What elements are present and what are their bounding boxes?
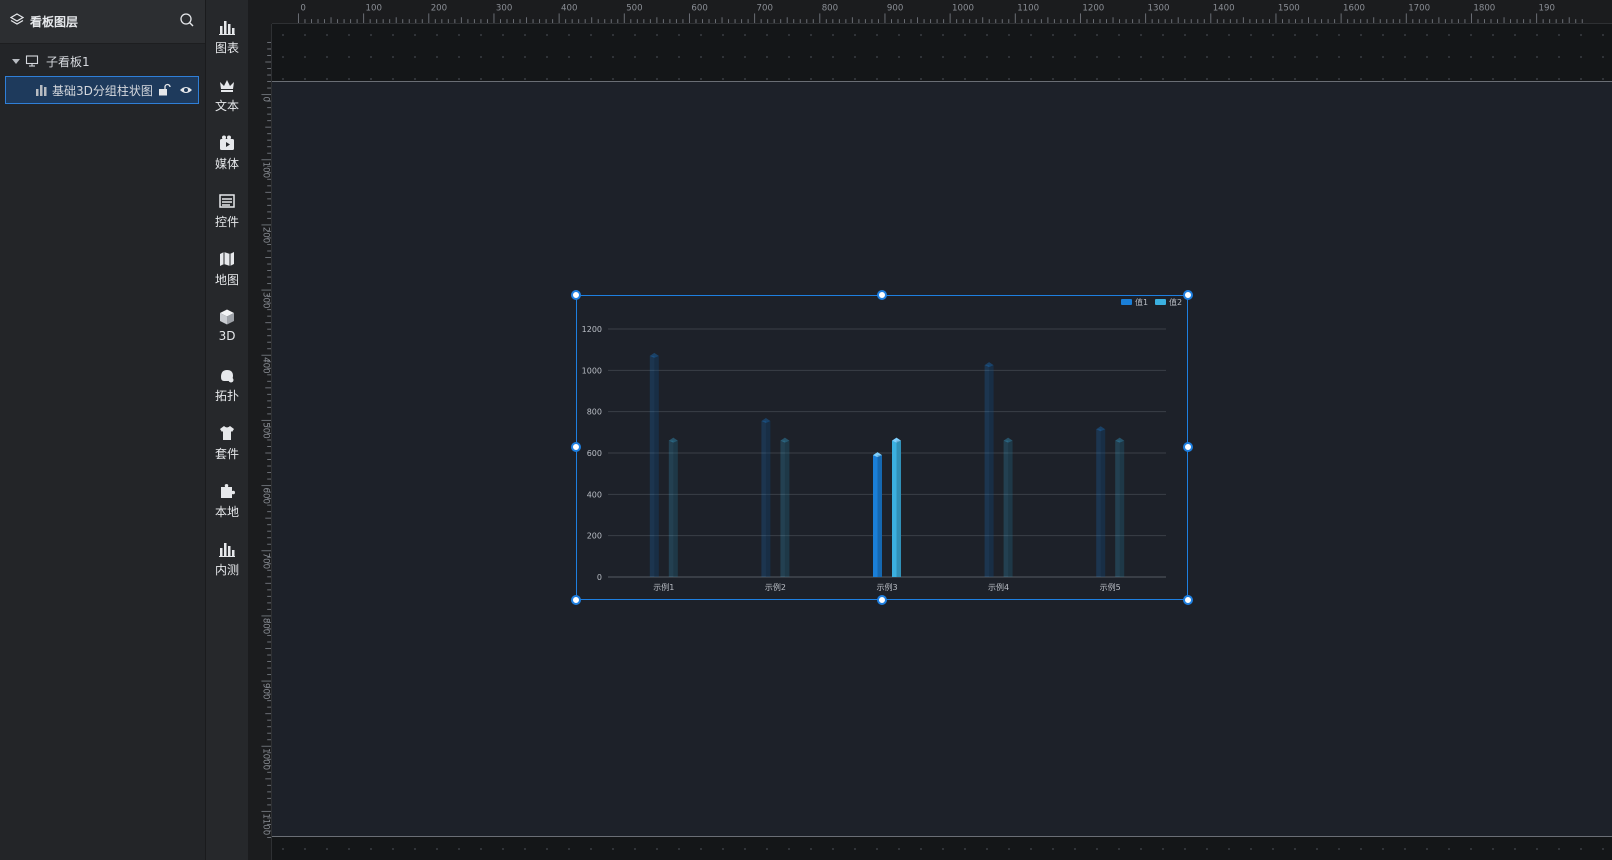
puzzle-icon [216,480,238,502]
ruler-label: 1400 [1213,4,1235,14]
caret-down-icon[interactable] [8,53,24,69]
topology-icon [216,364,238,386]
horizontal-ruler[interactable]: 0 100 200 300 400 500 600 700 800 900 1000 1100 1200… [248,0,1612,24]
category-local[interactable]: 本地 [206,480,248,530]
category-label: 拓扑 [214,389,239,403]
category-label: 内测 [214,563,239,577]
vertical-ruler[interactable]: 0 100 200 300 400 500 600 700 800 900 1000 1100 [248,0,272,860]
bar-chart-icon [34,82,50,98]
ruler-label: 500 [626,4,642,14]
category-label: 媒体 [214,157,239,171]
ruler-label: 1000 [952,4,974,14]
media-icon [216,132,238,154]
search-icon[interactable] [179,12,195,32]
ruler-label: 1800 [1473,4,1495,14]
unlock-icon[interactable] [156,82,172,98]
tree-item-label: 基础3D分组柱状图 [52,83,153,98]
ruler-label: 1600 [1343,4,1365,14]
ruler-label: 190 [1539,4,1555,14]
ruler-label: 300 [260,292,270,308]
category-label: 本地 [214,505,239,519]
ruler-label: 1300 [1148,4,1170,14]
ruler-label: 600 [691,4,707,14]
category-label: 文本 [214,99,239,113]
ruler-label: 800 [822,4,838,14]
ruler-label: 1700 [1408,4,1430,14]
category-controls[interactable]: 控件 [206,190,248,240]
ruler-label: 100 [366,4,382,14]
category-chart[interactable]: 图表 [206,16,248,66]
tree-item-3d-grouped-bar[interactable]: 基础3D分组柱状图 [5,76,199,104]
resize-handle-top-right[interactable] [1183,290,1193,300]
ruler-label: 1200 [1082,4,1104,14]
category-label: 3D [218,329,236,343]
ruler-label: 300 [496,4,512,14]
category-label: 控件 [214,215,239,229]
resize-handle-bottom-right[interactable] [1183,595,1193,605]
ruler-label: 900 [887,4,903,14]
crown-icon [216,74,238,96]
resize-handle-bottom[interactable] [877,595,887,605]
ruler-label: 500 [260,422,270,438]
bar-chart-icon [216,16,238,38]
category-suite[interactable]: 套件 [206,422,248,472]
category-text[interactable]: 文本 [206,74,248,124]
ruler-label: 1100 [1017,4,1039,14]
category-label: 图表 [214,41,239,55]
resize-handle-left[interactable] [571,442,581,452]
layers-title: 看板图层 [30,15,79,29]
shirt-icon [216,422,238,444]
bar-chart-icon [216,538,238,560]
ruler-label: 0 [300,4,305,14]
eye-icon[interactable] [178,82,194,98]
layers-icon [9,12,25,31]
ruler-label: 0 [260,97,270,102]
category-3d[interactable]: 3D [206,306,248,356]
monitor-icon [24,53,40,69]
ruler-label: 100 [260,162,270,178]
ruler-label: 1100 [260,813,270,835]
tree-item-sub-board[interactable]: 子看板1 [0,48,205,74]
ruler-label: 1000 [260,748,270,770]
resize-handle-right[interactable] [1183,442,1193,452]
ruler-label: 800 [260,618,270,634]
ruler-label: 900 [260,683,270,699]
cube-icon [216,306,238,328]
resize-handle-bottom-left[interactable] [571,595,581,605]
category-topology[interactable]: 拓扑 [206,364,248,414]
ruler-label: 200 [260,227,270,243]
selection-frame[interactable] [576,295,1188,600]
tree-item-label: 子看板1 [46,54,90,69]
ruler-label: 200 [431,4,447,14]
map-icon [216,248,238,270]
ruler-label: 400 [260,357,270,373]
component-category-bar: 图表 文本 媒体 控件 地图 3D 拓扑 套件 本地 内测 [206,0,248,860]
ruler-label: 1500 [1278,4,1300,14]
resize-handle-top-left[interactable] [571,290,581,300]
category-label: 套件 [214,447,239,461]
ruler-label: 700 [757,4,773,14]
category-media[interactable]: 媒体 [206,132,248,182]
layers-panel: 看板图层 子看板1 基础3D分组柱状图 [0,0,206,860]
ruler-label: 400 [561,4,577,14]
category-label: 地图 [214,273,239,287]
category-beta[interactable]: 内测 [206,538,248,588]
ruler-label: 700 [260,553,270,569]
ruler-corner [248,0,272,24]
category-map[interactable]: 地图 [206,248,248,298]
controls-icon [216,190,238,212]
layers-header: 看板图层 [0,0,205,44]
resize-handle-top[interactable] [877,290,887,300]
app-root: 看板图层 子看板1 基础3D分组柱状图 图表 文本 媒体 控件 地图 3D 拓扑… [0,0,1612,860]
ruler-label: 600 [260,488,270,504]
